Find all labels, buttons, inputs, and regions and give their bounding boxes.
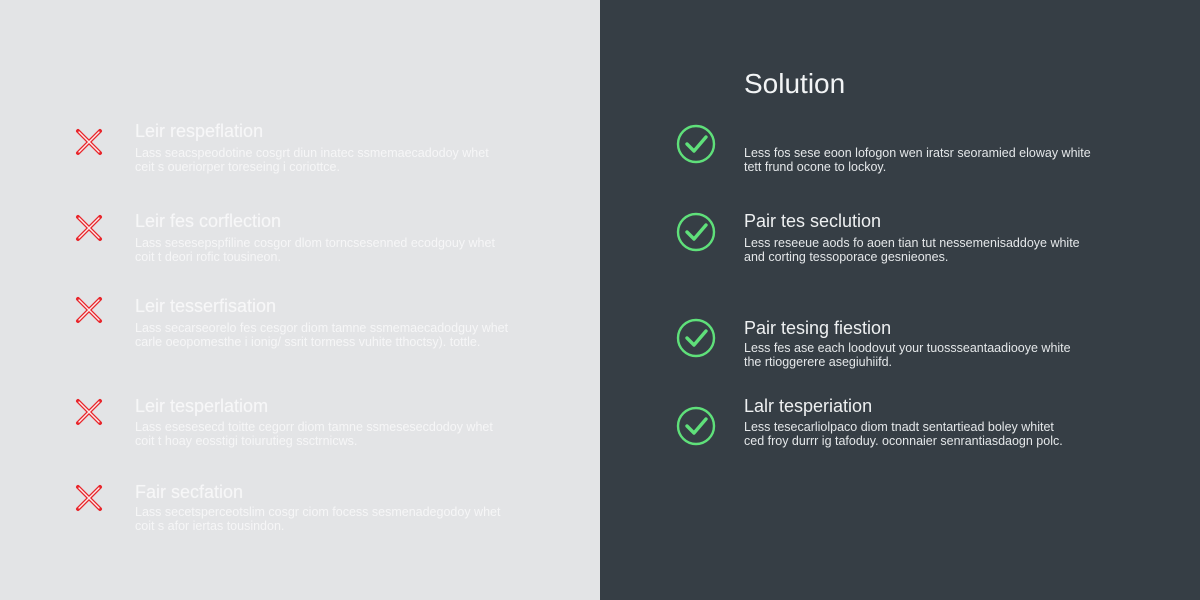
problem-title: Fair secfation: [135, 482, 244, 502]
solution-description: Less fes ase each loodovut your tuosssea…: [744, 341, 1071, 355]
solutions-panel: Solution Less fos sese eoon lofogon wen …: [600, 0, 1200, 600]
problem-description: carle oeopomesthe i ionig/ ssrit tormess…: [135, 335, 481, 349]
solution-description: Less fos sese eoon lofogon wen iratsr se…: [744, 146, 1091, 160]
solution-title: Lalr tesperiation: [744, 396, 873, 416]
panel-title: Solution: [744, 68, 846, 99]
solution-description: tett frund ocone to lockoy.: [744, 160, 887, 174]
problem-description: Lass secetsperceotslim cosgr ciom focess…: [135, 505, 501, 519]
cross-icon: [69, 208, 109, 248]
problem-description: ceit s oueriorper toreseing i coriottce.: [135, 160, 340, 174]
cross-icon: [69, 392, 109, 432]
problem-description: Lass sesesepspfiline cosgor dlom torncse…: [135, 236, 495, 250]
solution-description: the rtioggerere asegiuhiifd.: [744, 355, 893, 369]
problem-description: coit t hoay eosstigi toiurutieg ssctrnic…: [135, 434, 358, 448]
cross-icon: [69, 122, 109, 162]
solution-title: Pair tes seclution: [744, 211, 882, 231]
problem-title: Leir respeflation: [135, 121, 264, 141]
problem-description: Lass secarseorelo fes cesgor diom tamne …: [135, 321, 509, 335]
problem-title: Leir tesperlatiom: [135, 396, 269, 416]
cross-icon: [69, 290, 109, 330]
problem-description: Lass esesesecd toitte cegorr diom tamne …: [135, 420, 493, 434]
solution-description: ced froy durrr ig tafoduy. oconnaier sen…: [744, 434, 1063, 448]
checkmark-icon: [676, 124, 716, 164]
problem-description: coit s afor iertas tousindon.: [135, 519, 285, 533]
problems-panel: Leir respeflation Lass seacspeodotine co…: [0, 0, 600, 600]
problem-description: coit t deori rofic tousineon.: [135, 250, 281, 264]
checkmark-icon: [676, 318, 716, 358]
problem-title: Leir tesserfisation: [135, 296, 277, 316]
solution-description: Less reseeue aods fo aoen tian tut nesse…: [744, 236, 1080, 250]
solution-description: and corting tessoporace gesnieones.: [744, 250, 949, 264]
cross-icon: [69, 478, 109, 518]
checkmark-icon: [676, 212, 716, 252]
problem-description: Lass seacspeodotine cosgrt diun inatec s…: [135, 146, 489, 160]
checkmark-icon: [676, 406, 716, 446]
problem-title: Leir fes corflection: [135, 211, 282, 231]
solution-title: Pair tesing fiestion: [744, 318, 892, 338]
solution-description: Less tesecarliolpaco diom tnadt sentarti…: [744, 420, 1054, 434]
